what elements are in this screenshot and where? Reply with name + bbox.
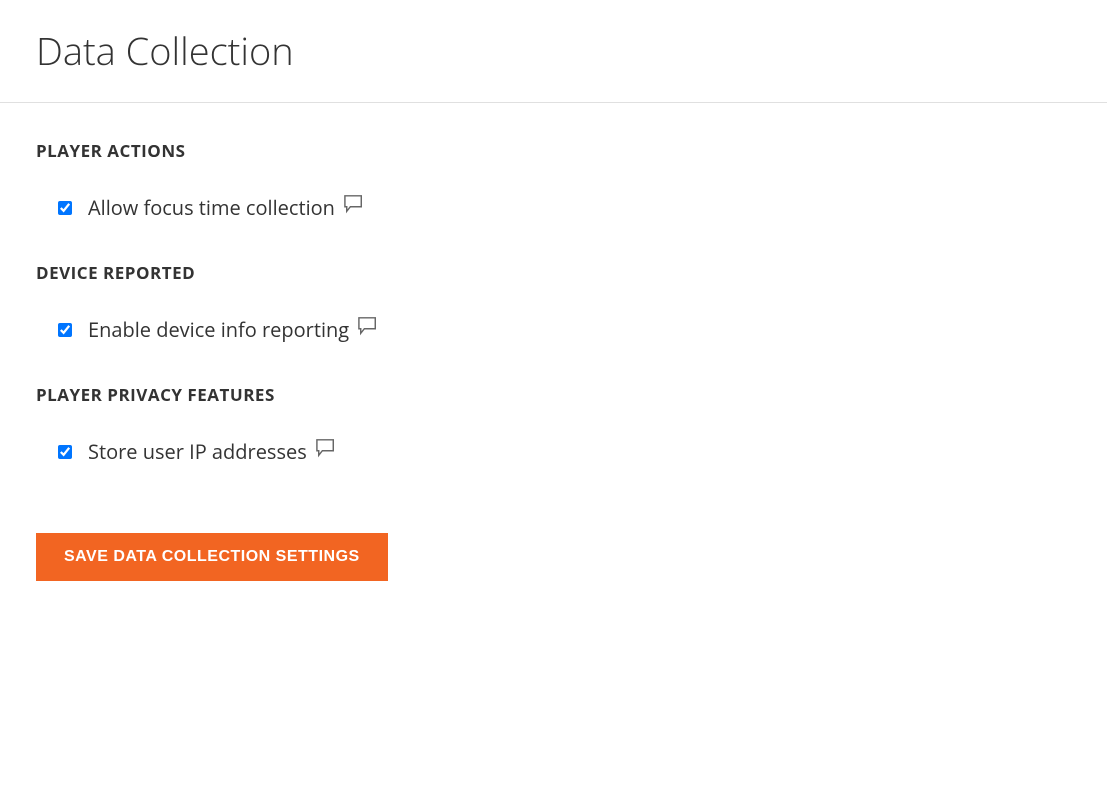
label-focus-time: Allow focus time collection (88, 194, 335, 221)
checkbox-device-info[interactable] (58, 323, 72, 337)
page-title: Data Collection (0, 0, 1107, 102)
checkbox-store-ip[interactable] (58, 445, 72, 459)
settings-content: PLAYER ACTIONS Allow focus time collecti… (0, 103, 1107, 617)
tooltip-icon[interactable] (357, 316, 379, 336)
option-device-info: Enable device info reporting (36, 316, 1071, 343)
label-device-info: Enable device info reporting (88, 316, 349, 343)
save-button[interactable]: SAVE DATA COLLECTION SETTINGS (36, 533, 388, 581)
section-heading-device-reported: DEVICE REPORTED (36, 261, 1071, 284)
section-heading-player-actions: PLAYER ACTIONS (36, 139, 1071, 162)
section-heading-player-privacy: PLAYER PRIVACY FEATURES (36, 383, 1071, 406)
label-store-ip: Store user IP addresses (88, 438, 307, 465)
tooltip-icon[interactable] (343, 194, 365, 214)
tooltip-icon[interactable] (315, 438, 337, 458)
option-focus-time: Allow focus time collection (36, 194, 1071, 221)
checkbox-focus-time[interactable] (58, 201, 72, 215)
option-store-ip: Store user IP addresses (36, 438, 1071, 465)
